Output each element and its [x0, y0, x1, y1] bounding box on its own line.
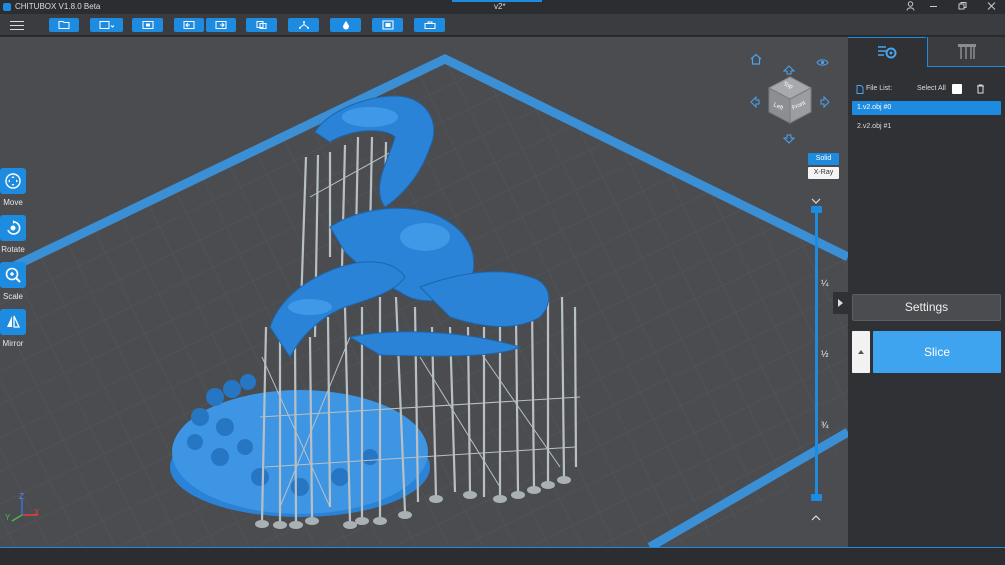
- app-title: CHITUBOX V1.8.0 Beta: [15, 2, 101, 11]
- center-button[interactable]: [372, 18, 403, 32]
- auto-layout-icon: [142, 21, 153, 29]
- axis-z-label: Z: [19, 492, 24, 501]
- right-panel: File List: Select All 1.v2.obj #0 2.v2.o…: [848, 37, 1005, 547]
- slider-mark-quarter: ¼: [821, 278, 829, 288]
- slice-options-button[interactable]: [852, 331, 870, 373]
- model-list-gear-icon: [878, 46, 897, 59]
- rotate-label: Rotate: [1, 245, 25, 254]
- scale-tool[interactable]: Scale: [0, 262, 26, 301]
- status-bar: [0, 547, 1005, 565]
- minimize-icon[interactable]: [926, 1, 940, 13]
- hamburger-menu-icon[interactable]: [10, 18, 24, 32]
- lock-icon: [424, 21, 435, 29]
- hollow-icon: [342, 21, 349, 30]
- support-icon: [298, 21, 309, 29]
- file-list-header: File List: Select All: [854, 84, 999, 96]
- axis-x-label: X: [34, 508, 40, 517]
- rotate-icon: [0, 215, 26, 241]
- close-icon[interactable]: [984, 1, 998, 13]
- move-icon: [0, 168, 26, 194]
- file-list-item[interactable]: 1.v2.obj #0: [852, 101, 1001, 115]
- move-label: Move: [3, 198, 23, 207]
- support-button[interactable]: [288, 18, 319, 32]
- trash-icon[interactable]: [976, 84, 985, 94]
- save-icon: [99, 21, 114, 29]
- redo-button[interactable]: [206, 18, 236, 32]
- home-view-icon[interactable]: [750, 52, 762, 70]
- chitubox-window: CHITUBOX V1.8.0 Beta v2* X Z Y Move Rota…: [0, 0, 1005, 565]
- main-toolbar: [0, 14, 1005, 36]
- rotate-view-right-icon[interactable]: [820, 95, 830, 113]
- build-plate-scene[interactable]: [0, 37, 848, 547]
- mirror-icon: [0, 309, 26, 335]
- slice-button[interactable]: Slice: [873, 331, 1001, 373]
- file-list-label: File List:: [866, 85, 893, 92]
- open-file-button[interactable]: [49, 18, 79, 32]
- rotate-view-down-icon[interactable]: [782, 131, 796, 149]
- layer-slider-track[interactable]: [815, 208, 818, 497]
- visibility-eye-icon[interactable]: [816, 54, 829, 72]
- document-title: v2*: [494, 2, 506, 11]
- scale-label: Scale: [2, 292, 23, 301]
- slider-mark-half: ½: [821, 349, 829, 359]
- restore-icon[interactable]: [955, 1, 969, 13]
- scale-icon: [0, 262, 26, 288]
- slider-mark-three-quarter: ¾: [821, 420, 829, 430]
- file-icon: [856, 85, 864, 94]
- undo-button[interactable]: [174, 18, 204, 32]
- title-bar: CHITUBOX V1.8.0 Beta v2*: [0, 0, 1005, 14]
- select-all-label: Select All: [917, 85, 946, 92]
- slider-up-chevron-icon[interactable]: [811, 508, 821, 526]
- user-icon[interactable]: [903, 1, 917, 13]
- tab-model-settings[interactable]: [848, 37, 926, 67]
- 3d-viewport[interactable]: X Z Y Move Rotate Scale Mirror Top Left …: [0, 37, 848, 547]
- panel-tabs: [848, 37, 1005, 67]
- mirror-label: Mirror: [2, 339, 24, 348]
- lock-button[interactable]: [414, 18, 445, 32]
- chevron-right-icon: [838, 299, 843, 307]
- xray-view-button[interactable]: X-Ray: [808, 167, 839, 179]
- mirror-tool[interactable]: Mirror: [0, 309, 26, 348]
- solid-view-button[interactable]: Solid: [808, 153, 839, 165]
- app-logo-icon: [3, 3, 11, 11]
- file-list-item[interactable]: 2.v2.obj #1: [852, 120, 1001, 134]
- rotate-tool[interactable]: Rotate: [0, 215, 26, 254]
- rotate-view-left-icon[interactable]: [750, 95, 760, 113]
- layer-slider-bottom-handle[interactable]: [811, 494, 822, 501]
- select-all-checkbox[interactable]: [952, 84, 962, 94]
- tab-support-settings[interactable]: [927, 37, 1005, 67]
- save-button[interactable]: [90, 18, 123, 32]
- settings-button[interactable]: Settings: [852, 294, 1001, 321]
- redo-icon: [215, 21, 227, 29]
- hollow-button[interactable]: [330, 18, 361, 32]
- panel-toggle-button[interactable]: [833, 292, 848, 314]
- undo-icon: [183, 21, 195, 29]
- move-tool[interactable]: Move: [0, 168, 26, 207]
- auto-layout-button[interactable]: [132, 18, 163, 32]
- open-file-icon: [58, 21, 70, 29]
- center-icon: [382, 20, 393, 30]
- copy-icon: [256, 21, 266, 29]
- copy-button[interactable]: [246, 18, 277, 32]
- axis-y-label: Y: [5, 513, 11, 522]
- caret-up-icon: [858, 350, 864, 354]
- support-table-icon: [958, 44, 976, 59]
- layer-slider-top-handle[interactable]: [811, 206, 822, 213]
